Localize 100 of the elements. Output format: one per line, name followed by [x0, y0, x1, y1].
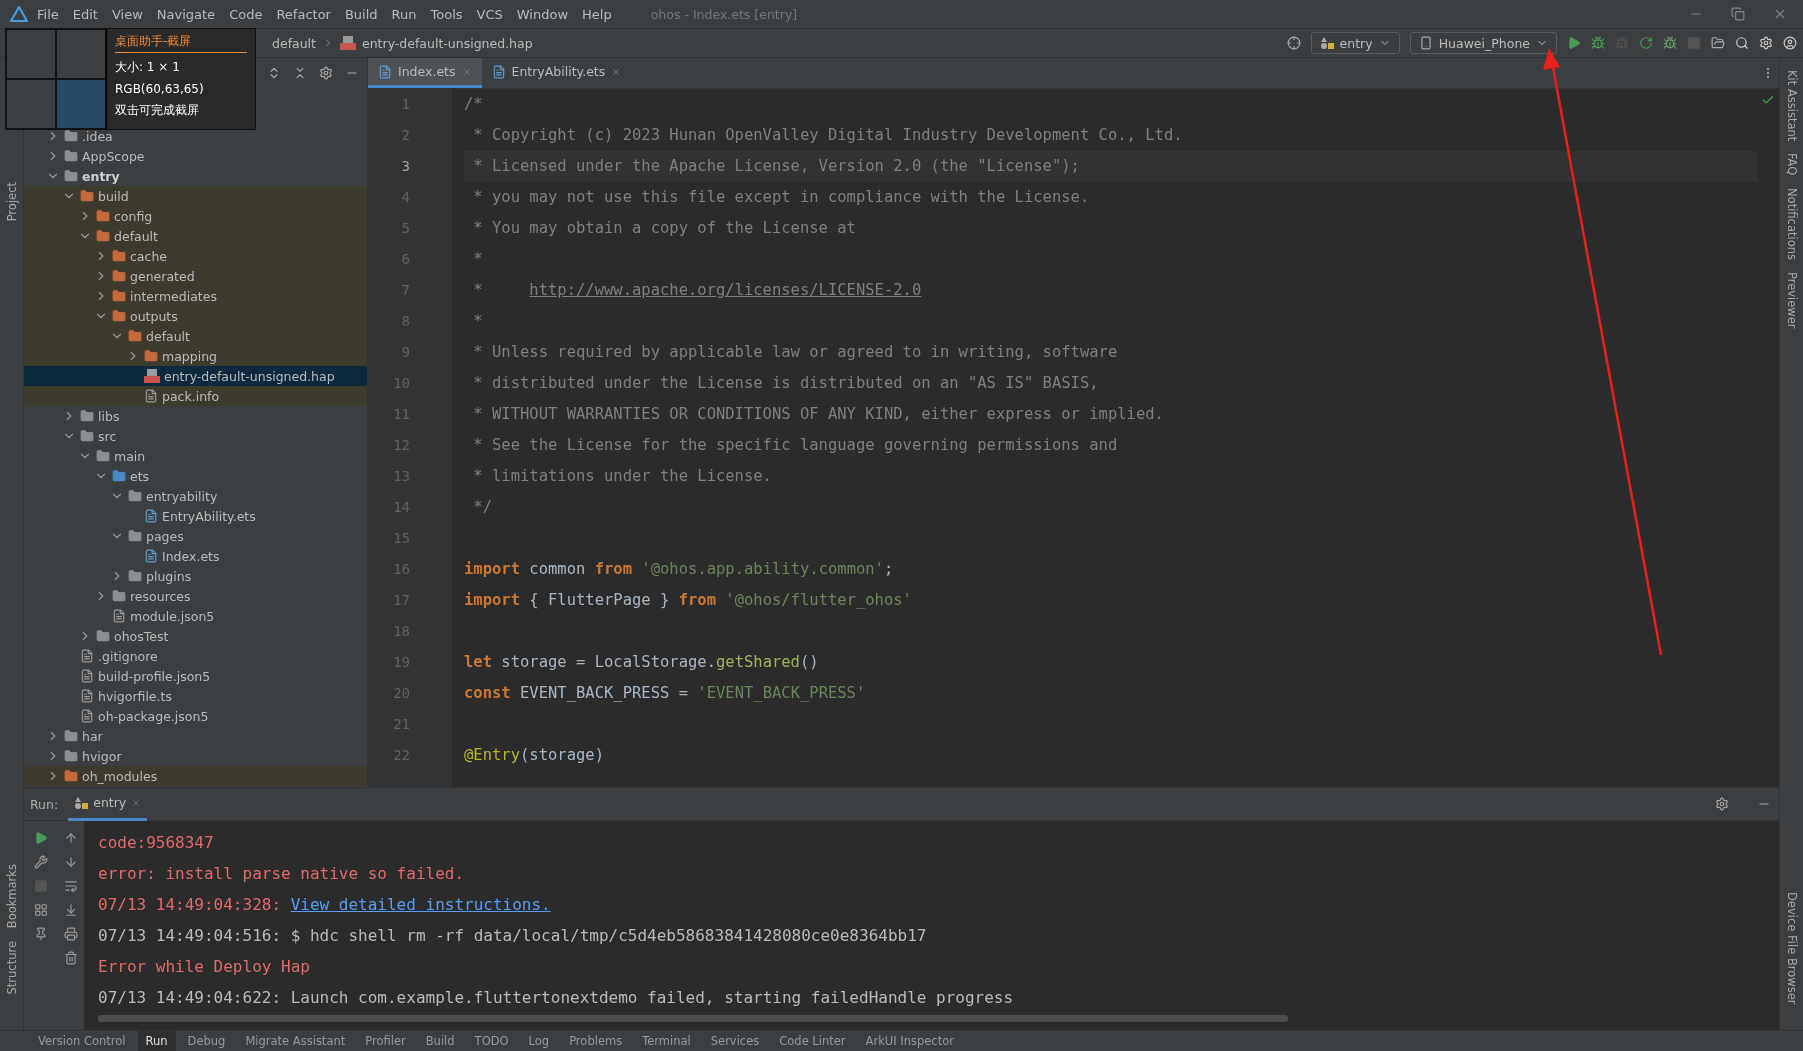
tree-item[interactable]: mapping — [24, 346, 367, 366]
console-link[interactable]: View detailed instructions. — [290, 889, 551, 920]
tree-item-label[interactable]: pack.info — [162, 388, 220, 404]
profile-icon[interactable] — [1663, 36, 1677, 50]
tree-item[interactable]: outputs — [24, 306, 367, 326]
tree-item[interactable]: entry-default-unsigned.hap — [24, 366, 367, 386]
scroll-to-end-icon[interactable] — [63, 903, 78, 917]
tool-window-button[interactable]: TODO — [466, 1031, 517, 1051]
menu-item[interactable]: Run — [386, 6, 422, 22]
menu-item[interactable]: Help — [577, 6, 617, 22]
target-icon[interactable] — [1286, 36, 1301, 50]
run-icon[interactable] — [33, 831, 48, 845]
tree-item-label[interactable]: intermediates — [130, 288, 217, 304]
menu-item[interactable]: Code — [224, 6, 268, 22]
tree-item-label[interactable]: resources — [130, 588, 191, 604]
tree-item-label[interactable]: EntryAbility.ets — [162, 508, 256, 524]
menu-item[interactable]: File — [32, 6, 64, 22]
tool-window-tab[interactable]: Bookmarks — [4, 858, 19, 935]
tree-item-label[interactable]: generated — [130, 268, 195, 284]
tool-window-tab[interactable]: FAQ — [1784, 147, 1799, 182]
tree-item-label[interactable]: pages — [146, 528, 184, 544]
tool-window-tab[interactable]: Previewer — [1784, 265, 1799, 335]
menu-item[interactable]: Tools — [425, 6, 468, 22]
tool-window-tab[interactable]: Structure — [4, 934, 19, 1000]
account-icon[interactable] — [1783, 36, 1797, 50]
tree-item-label[interactable]: main — [114, 448, 146, 464]
collapse-all-icon[interactable] — [293, 66, 307, 80]
device-dropdown[interactable]: Huawei_Phone — [1409, 32, 1557, 54]
tool-window-button[interactable]: Profiler — [357, 1031, 414, 1051]
tool-window-button[interactable]: Services — [702, 1031, 768, 1051]
tree-item-label[interactable]: ets — [130, 468, 150, 484]
menu-item[interactable]: VCS — [471, 6, 508, 22]
tree-item-label[interactable]: oh_modules — [82, 768, 158, 784]
editor-tab-label[interactable]: Index.ets — [398, 64, 456, 79]
tree-item-label[interactable]: .idea — [82, 128, 113, 144]
restart-icon[interactable] — [1639, 36, 1653, 50]
trash-icon[interactable] — [63, 951, 78, 965]
tree-item[interactable]: build — [24, 186, 367, 206]
tree-item-label[interactable]: default — [114, 228, 158, 244]
tree-item-label[interactable]: entry — [82, 168, 120, 184]
pin-icon[interactable] — [33, 927, 48, 941]
tree-item-label[interactable]: outputs — [130, 308, 178, 324]
menu-item[interactable]: View — [106, 6, 148, 22]
tree-item[interactable]: default — [24, 226, 367, 246]
tree-item[interactable]: intermediates — [24, 286, 367, 306]
tool-window-button[interactable]: Terminal — [634, 1031, 699, 1051]
tree-item-label[interactable]: hvigorfile.ts — [98, 688, 172, 704]
tree-item-label[interactable]: .gitignore — [98, 648, 158, 664]
tool-window-tab[interactable]: Notifications — [1784, 181, 1799, 266]
tool-window-button[interactable]: Build — [417, 1031, 463, 1051]
run-icon[interactable] — [1567, 36, 1581, 50]
search-icon[interactable] — [1735, 36, 1749, 50]
breadcrumb-item[interactable]: default — [272, 35, 316, 51]
run-config-dropdown[interactable]: entry — [1310, 32, 1400, 54]
tool-window-button[interactable]: Migrate Assistant — [237, 1031, 354, 1051]
tree-item-label[interactable]: config — [114, 208, 153, 224]
breadcrumb-item[interactable]: entry-default-unsigned.hap — [362, 35, 533, 51]
menu-item[interactable]: Window — [511, 6, 574, 22]
tree-item-label[interactable]: build — [98, 188, 129, 204]
menu-item[interactable]: Build — [339, 6, 383, 22]
tool-window-button[interactable]: Version Control — [30, 1031, 134, 1051]
tool-window-button[interactable]: Log — [520, 1031, 558, 1051]
tree-item-label[interactable]: Index.ets — [162, 548, 220, 564]
settings-icon[interactable] — [1759, 36, 1773, 50]
settings-icon[interactable] — [1715, 797, 1729, 811]
tool-window-tab[interactable]: Project — [4, 176, 19, 228]
tree-item[interactable]: cache — [24, 246, 367, 266]
editor-tab[interactable]: EntryAbility.ets — [481, 58, 632, 88]
tree-item-label[interactable]: mapping — [162, 348, 218, 364]
menu-item[interactable]: Edit — [67, 6, 103, 22]
tree-item-label[interactable]: entry-default-unsigned.hap — [164, 368, 335, 384]
debug-icon[interactable] — [1591, 36, 1605, 50]
restore-icon[interactable] — [1731, 7, 1745, 21]
tree-item-label[interactable]: hvigor — [82, 748, 122, 764]
tree-item[interactable]: generated — [24, 266, 367, 286]
tool-window-button[interactable]: Problems — [561, 1031, 631, 1051]
up-arrow-icon[interactable] — [63, 831, 78, 845]
tree-item-label[interactable]: plugins — [146, 568, 192, 584]
tree-item-label[interactable]: libs — [98, 408, 120, 424]
scrollbar[interactable] — [98, 1015, 1288, 1022]
tree-item[interactable]: pack.info — [24, 386, 367, 406]
tree-item[interactable]: oh_modules — [24, 766, 367, 786]
close-icon[interactable] — [611, 66, 622, 77]
tree-item-label[interactable]: entryability — [146, 488, 218, 504]
menu-item[interactable]: Navigate — [151, 6, 221, 22]
tree-item-label[interactable]: build-profile.json5 — [98, 668, 211, 684]
close-icon[interactable] — [131, 797, 142, 808]
tree-item[interactable]: default — [24, 326, 367, 346]
print-icon[interactable] — [63, 927, 78, 941]
soft-wrap-icon[interactable] — [63, 879, 78, 893]
layout-icon[interactable] — [33, 903, 48, 917]
tree-item-label[interactable]: default — [146, 328, 190, 344]
tree-item-label[interactable]: har — [82, 728, 103, 744]
down-arrow-icon[interactable] — [63, 855, 78, 869]
tree-item-label[interactable]: module.json5 — [130, 608, 215, 624]
tree-item[interactable]: config — [24, 206, 367, 226]
tree-item-label[interactable]: AppScope — [82, 148, 145, 164]
tree-item-label[interactable]: oh-package.json5 — [98, 708, 209, 724]
tool-window-button[interactable]: Code Linter — [771, 1031, 854, 1051]
tool-window-tab[interactable]: Kit Assistant — [1784, 64, 1799, 148]
